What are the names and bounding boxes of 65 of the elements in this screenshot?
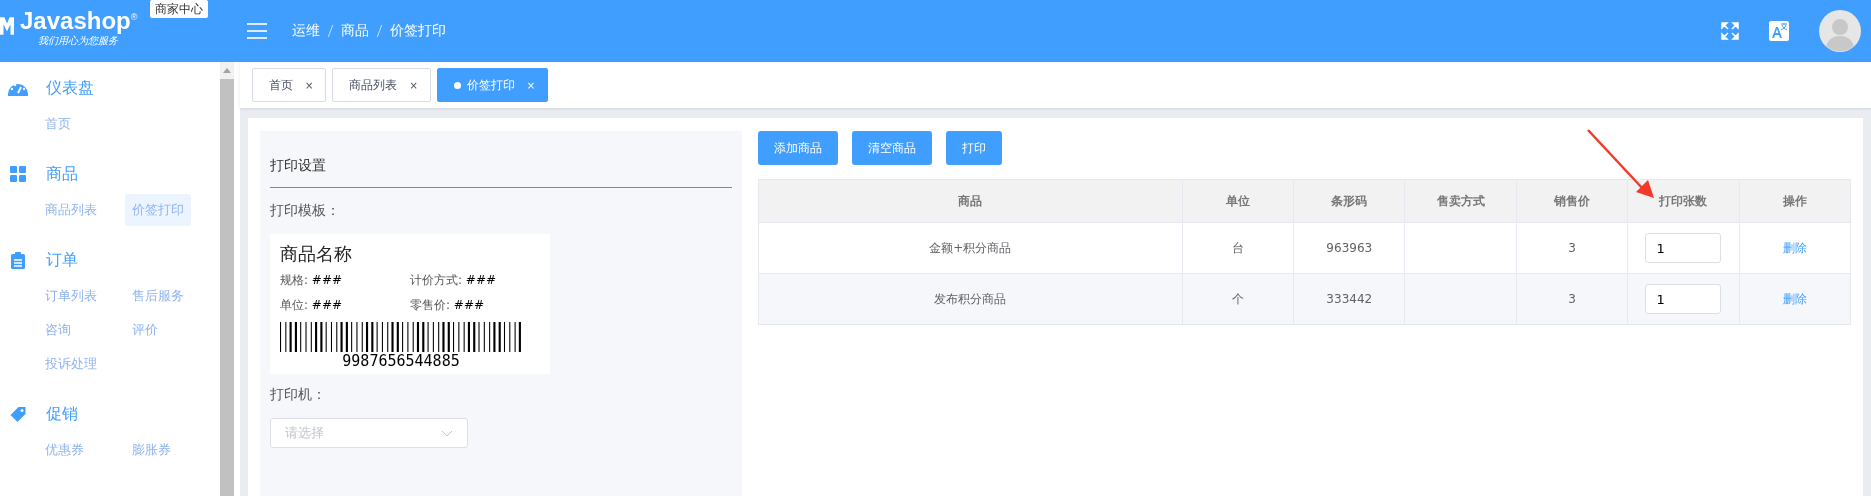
menu-item[interactable]: 价签打印	[125, 194, 191, 226]
page-tab[interactable]: 商品列表 ×	[332, 68, 431, 102]
table-cell: 金额+积分商品	[758, 222, 1183, 274]
column-header: 销售价	[1516, 179, 1628, 223]
barcode-number: 9987656544885	[341, 352, 461, 370]
page-tab[interactable]: 价签打印 ×	[436, 68, 549, 102]
grid-icon	[8, 166, 28, 182]
column-header: 操作	[1739, 179, 1851, 223]
product-name-text: 商品名称	[280, 242, 353, 266]
menu-item[interactable]: 评价	[125, 314, 165, 346]
page-tab[interactable]: 首页 ×	[252, 68, 327, 102]
copies-input[interactable]: 1	[1645, 284, 1722, 314]
table-cell: 963963	[1293, 222, 1405, 274]
menu-item[interactable]: 订单列表	[38, 280, 104, 312]
logo-text: Javashop$^{®}$	[20, 6, 138, 34]
column-header: 单位	[1182, 179, 1294, 223]
avatar-icon[interactable]	[1819, 10, 1861, 52]
logo-icon	[0, 15, 14, 37]
menu-item[interactable]: 膨胀券	[125, 434, 178, 466]
column-header: 售卖方式	[1404, 179, 1517, 223]
table-cell: 3	[1516, 222, 1628, 274]
menu-icon[interactable]	[246, 23, 268, 39]
column-header: 打印张数	[1627, 179, 1740, 223]
template-field: 单位: ###	[280, 297, 410, 314]
menu-item[interactable]: 商品列表	[38, 194, 104, 226]
chevron-down-icon	[441, 429, 453, 437]
action-button[interactable]: 清空商品	[852, 131, 932, 165]
store-badge: 商家中心	[150, 0, 208, 18]
field-label: 打印模板：	[270, 202, 341, 220]
column-header: 条形码	[1293, 179, 1405, 223]
menu-group-title[interactable]: 商品	[46, 163, 78, 185]
section-title: 打印设置	[270, 157, 732, 188]
printer-select[interactable]: 请选择	[270, 418, 468, 448]
delete-link[interactable]: 删除	[1782, 291, 1807, 306]
slogan-text: 我们用心为您服务	[38, 35, 118, 48]
action-button[interactable]: 添加商品	[758, 131, 838, 165]
menu-group-title[interactable]: 促销	[46, 403, 78, 425]
table-cell: 3	[1516, 273, 1628, 325]
menu-item[interactable]: 首页	[38, 108, 78, 140]
copies-input[interactable]: 1	[1645, 233, 1722, 263]
template-field: 计价方式: ###	[410, 272, 540, 289]
table-cell: 333442	[1293, 273, 1405, 325]
breadcrumb-item: 价签打印	[390, 22, 446, 40]
menu-item[interactable]: 咨询	[38, 314, 78, 346]
delete-link[interactable]: 删除	[1782, 240, 1807, 255]
table-cell: 台	[1182, 222, 1294, 274]
menu-group-title[interactable]: 订单	[46, 249, 78, 271]
tag-icon	[8, 405, 28, 423]
field-label: 打印机：	[270, 386, 327, 404]
breadcrumb-item[interactable]: 运维	[292, 22, 320, 40]
fullscreen-icon[interactable]	[1721, 22, 1739, 40]
table-cell: 发布积分商品	[758, 273, 1183, 325]
menu-item[interactable]: 售后服务	[125, 280, 191, 312]
action-button[interactable]: 打印	[946, 131, 1002, 165]
menu-item[interactable]: 优惠券	[38, 434, 91, 466]
menu-group-title[interactable]: 仪表盘	[46, 77, 94, 99]
scrollbar[interactable]	[220, 62, 234, 496]
template-field: 规格: ###	[280, 272, 410, 289]
menu-item[interactable]: 投诉处理	[38, 348, 104, 380]
template-field: 零售价: ###	[410, 297, 540, 314]
breadcrumb-item[interactable]: 商品	[341, 22, 369, 40]
column-header: 商品	[758, 179, 1183, 223]
table-cell: 个	[1182, 273, 1294, 325]
translate-icon[interactable]	[1769, 21, 1789, 41]
clipboard-icon	[8, 251, 28, 269]
